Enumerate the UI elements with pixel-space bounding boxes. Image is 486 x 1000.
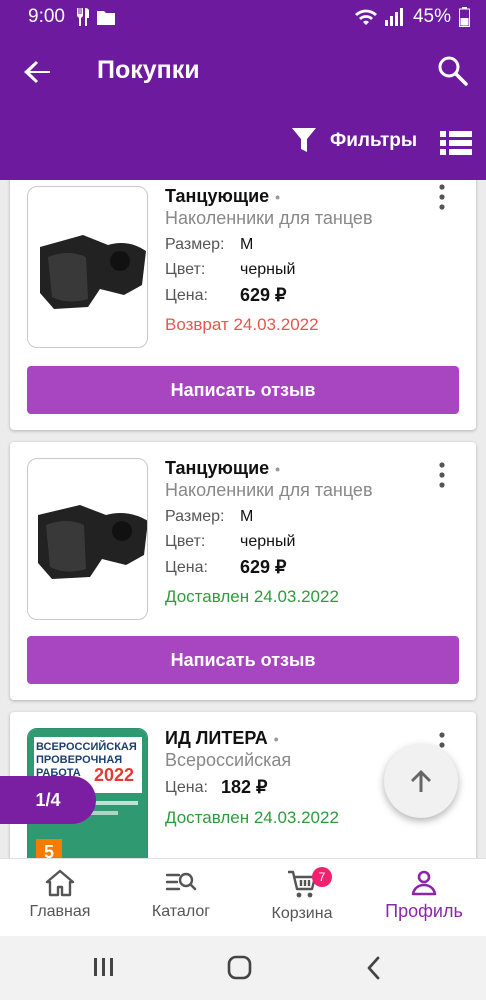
order-status: Доставлен 24.03.2022 bbox=[165, 808, 339, 827]
filter-funnel-icon bbox=[292, 128, 316, 152]
system-back-icon[interactable] bbox=[364, 954, 384, 982]
arrow-up-icon bbox=[411, 770, 431, 792]
nav-profile[interactable]: Профиль bbox=[364, 869, 484, 922]
signal-icon bbox=[384, 8, 403, 26]
price-value: 629 ₽ bbox=[240, 557, 287, 577]
list-view-icon[interactable] bbox=[440, 130, 472, 156]
folder-icon bbox=[96, 10, 115, 25]
product-name: Наколенники для танцев bbox=[165, 208, 373, 228]
nav-cart[interactable]: 7 Корзина bbox=[242, 867, 362, 923]
color-value: черный bbox=[240, 261, 296, 278]
nav-home[interactable]: Главная bbox=[0, 869, 120, 921]
nav-cart-label: Корзина bbox=[271, 905, 333, 922]
more-options-icon[interactable] bbox=[434, 184, 450, 210]
more-options-icon[interactable] bbox=[434, 462, 450, 488]
color-value: черный bbox=[240, 533, 296, 550]
order-card: Танцующие • Наколенники для танцев Размер… bbox=[10, 442, 476, 700]
price-value: 629 ₽ bbox=[240, 285, 287, 305]
wifi-icon bbox=[354, 9, 377, 25]
size-value: M bbox=[240, 236, 254, 253]
product-brand: Танцующие • bbox=[165, 458, 281, 478]
bottom-navigation: Главная Каталог 7 Корзина Профиль bbox=[0, 858, 486, 936]
order-status: Возврат 24.03.2022 bbox=[165, 315, 319, 334]
price-row: Цена: 629 ₽ bbox=[165, 285, 287, 305]
profile-icon bbox=[411, 870, 437, 896]
back-arrow-icon[interactable] bbox=[20, 54, 56, 90]
product-brand: Танцующие • bbox=[165, 186, 281, 206]
nav-catalog-label: Каталог bbox=[151, 903, 211, 920]
app-bar: Покупки Фильтры bbox=[0, 34, 486, 180]
size-row: Размер: M bbox=[165, 236, 254, 253]
product-name: Наколенники для танцев bbox=[165, 480, 373, 500]
color-row: Цвет: черный bbox=[165, 533, 296, 550]
product-brand: ИД ЛИТЕРА • bbox=[165, 728, 279, 748]
nav-catalog[interactable]: Каталог bbox=[121, 869, 241, 921]
cover-line-1: ВСЕРОССИЙСКАЯ bbox=[36, 741, 137, 753]
status-time: 9:00 bbox=[28, 6, 65, 27]
recent-apps-icon[interactable] bbox=[92, 956, 116, 978]
product-image[interactable] bbox=[27, 186, 148, 348]
price-row: Цена: 629 ₽ bbox=[165, 557, 287, 577]
cart-badge: 7 bbox=[312, 867, 332, 887]
product-name: Всероссийская bbox=[165, 750, 292, 770]
page-indicator: 1/4 bbox=[0, 776, 96, 824]
fork-knife-icon bbox=[76, 8, 89, 26]
search-icon[interactable] bbox=[436, 54, 470, 88]
nav-home-label: Главная bbox=[29, 903, 91, 920]
battery-icon bbox=[459, 7, 470, 27]
scroll-to-top-button[interactable] bbox=[384, 744, 458, 818]
cover-year: 2022 bbox=[94, 765, 135, 785]
size-row: Размер: M bbox=[165, 508, 254, 525]
price-row: Цена: 182 ₽ bbox=[165, 777, 268, 797]
kneepad-image bbox=[40, 235, 146, 309]
page-title: Покупки bbox=[97, 56, 200, 84]
home-icon bbox=[45, 869, 75, 897]
order-status: Доставлен 24.03.2022 bbox=[165, 587, 339, 606]
home-circle-icon[interactable] bbox=[226, 954, 254, 982]
status-bar: 9:00 45% bbox=[0, 0, 486, 34]
product-image[interactable] bbox=[27, 458, 148, 620]
color-row: Цвет: черный bbox=[165, 261, 296, 278]
nav-profile-label: Профиль bbox=[385, 901, 463, 921]
system-navigation-bar bbox=[0, 936, 486, 1000]
filters-label: Фильтры bbox=[330, 130, 418, 151]
write-review-button[interactable]: Написать отзыв bbox=[27, 366, 459, 414]
battery-percent: 45% bbox=[412, 6, 451, 27]
kneepad-image bbox=[38, 505, 147, 579]
order-card: Танцующие • Наколенники для танцев Размер… bbox=[10, 180, 476, 430]
catalog-search-icon bbox=[165, 872, 197, 891]
filters-button[interactable]: Фильтры bbox=[292, 128, 417, 154]
size-value: M bbox=[240, 508, 254, 525]
cover-grade: 5 bbox=[36, 839, 62, 858]
write-review-button[interactable]: Написать отзыв bbox=[27, 636, 459, 684]
price-value: 182 ₽ bbox=[221, 777, 268, 797]
